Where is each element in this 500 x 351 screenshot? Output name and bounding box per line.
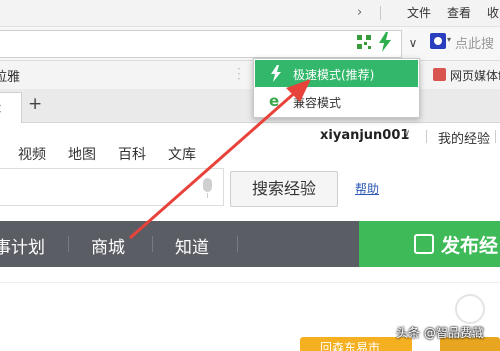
user-separator (426, 130, 427, 143)
promo-banner-text: 回森东易市 (320, 341, 381, 351)
menu-view[interactable]: 查看 (447, 4, 471, 21)
compatibility-mode-option[interactable]: e 兼容模式 (255, 88, 418, 115)
watermark-logo-icon (455, 294, 485, 324)
baidu-paw-icon[interactable] (430, 33, 446, 49)
page-content: 视频 地图 百科 文库 xiyanjun001 ∨ 我的经验 搜索经验 帮助 事… (0, 124, 500, 351)
menubar-separator (380, 6, 381, 20)
user-dropdown-icon[interactable]: ∨ (403, 128, 410, 139)
menu-file[interactable]: 文件 (407, 4, 431, 21)
watermark-text: 头条 @智品费藏 (396, 326, 484, 340)
nav-video[interactable]: 视频 (18, 144, 46, 164)
nav-separator (152, 236, 153, 252)
mode-dropdown-button[interactable]: ∨ (404, 32, 422, 54)
speed-mode-label: 极速模式(推荐) (293, 68, 375, 82)
browser-menubar: › 文件 查看 收 (0, 0, 500, 27)
search-engine-dropdown-icon[interactable]: ▾ (447, 35, 451, 44)
lightning-mode-icon[interactable] (377, 32, 393, 52)
help-link[interactable]: 帮助 (355, 180, 379, 197)
nav-mall[interactable]: 商城 (91, 233, 125, 258)
content-divider (0, 282, 500, 283)
menubar-collapse-icon[interactable]: › (357, 5, 362, 20)
search-experience-button[interactable]: 搜索经验 (230, 171, 338, 207)
lightning-icon (271, 65, 281, 82)
speed-mode-option[interactable]: 极速模式(推荐) (255, 60, 418, 87)
my-experience-link[interactable]: 我的经验 (438, 128, 490, 147)
experience-search-input[interactable] (0, 168, 224, 206)
bookmark-ximalaya[interactable]: 拉雅 (0, 66, 20, 85)
nav-separator (68, 236, 69, 252)
qr-code-icon[interactable] (357, 35, 371, 49)
browser-tab[interactable]: × (0, 92, 22, 123)
address-bar-row: ∨ ▾ 点此搜 (0, 27, 500, 61)
nav-baike[interactable]: 百科 (118, 144, 146, 164)
bookmark-webpage-media[interactable]: 网页媒体f (450, 67, 500, 84)
publish-label: 发布经 (441, 235, 499, 257)
nav-separator (237, 236, 238, 252)
compatibility-mode-label: 兼容模式 (293, 96, 342, 110)
new-tab-icon[interactable]: + (28, 94, 42, 114)
microphone-icon[interactable] (203, 178, 212, 198)
user-separator (495, 130, 496, 143)
close-tab-icon[interactable]: × (0, 101, 3, 117)
publish-experience-button[interactable]: 发布经 (359, 221, 500, 267)
nav-map[interactable]: 地图 (68, 144, 96, 164)
tab-bar: × + (0, 89, 500, 123)
nav-zhidao[interactable]: 知道 (175, 233, 209, 258)
ie-icon: e (269, 92, 280, 110)
username[interactable]: xiyanjun001 (320, 128, 409, 143)
bookmarks-grip-icon: · · · (237, 62, 241, 86)
toolbar-search-input[interactable]: 点此搜 (455, 33, 494, 52)
nav-wenku[interactable]: 文库 (168, 144, 196, 164)
menu-favorites[interactable]: 收 (487, 4, 499, 21)
edit-icon (414, 234, 434, 254)
nav-plan[interactable]: 事计划 (0, 233, 45, 258)
media-favicon-icon (433, 68, 446, 81)
address-bar-input[interactable] (0, 30, 402, 58)
browser-mode-popup: 极速模式(推荐) e 兼容模式 (253, 58, 420, 118)
bookmarks-bar: 拉雅 · · · 网页媒体f (0, 61, 500, 89)
channel-nav-bar: 事计划 商城 知道 发布经 (0, 221, 500, 267)
